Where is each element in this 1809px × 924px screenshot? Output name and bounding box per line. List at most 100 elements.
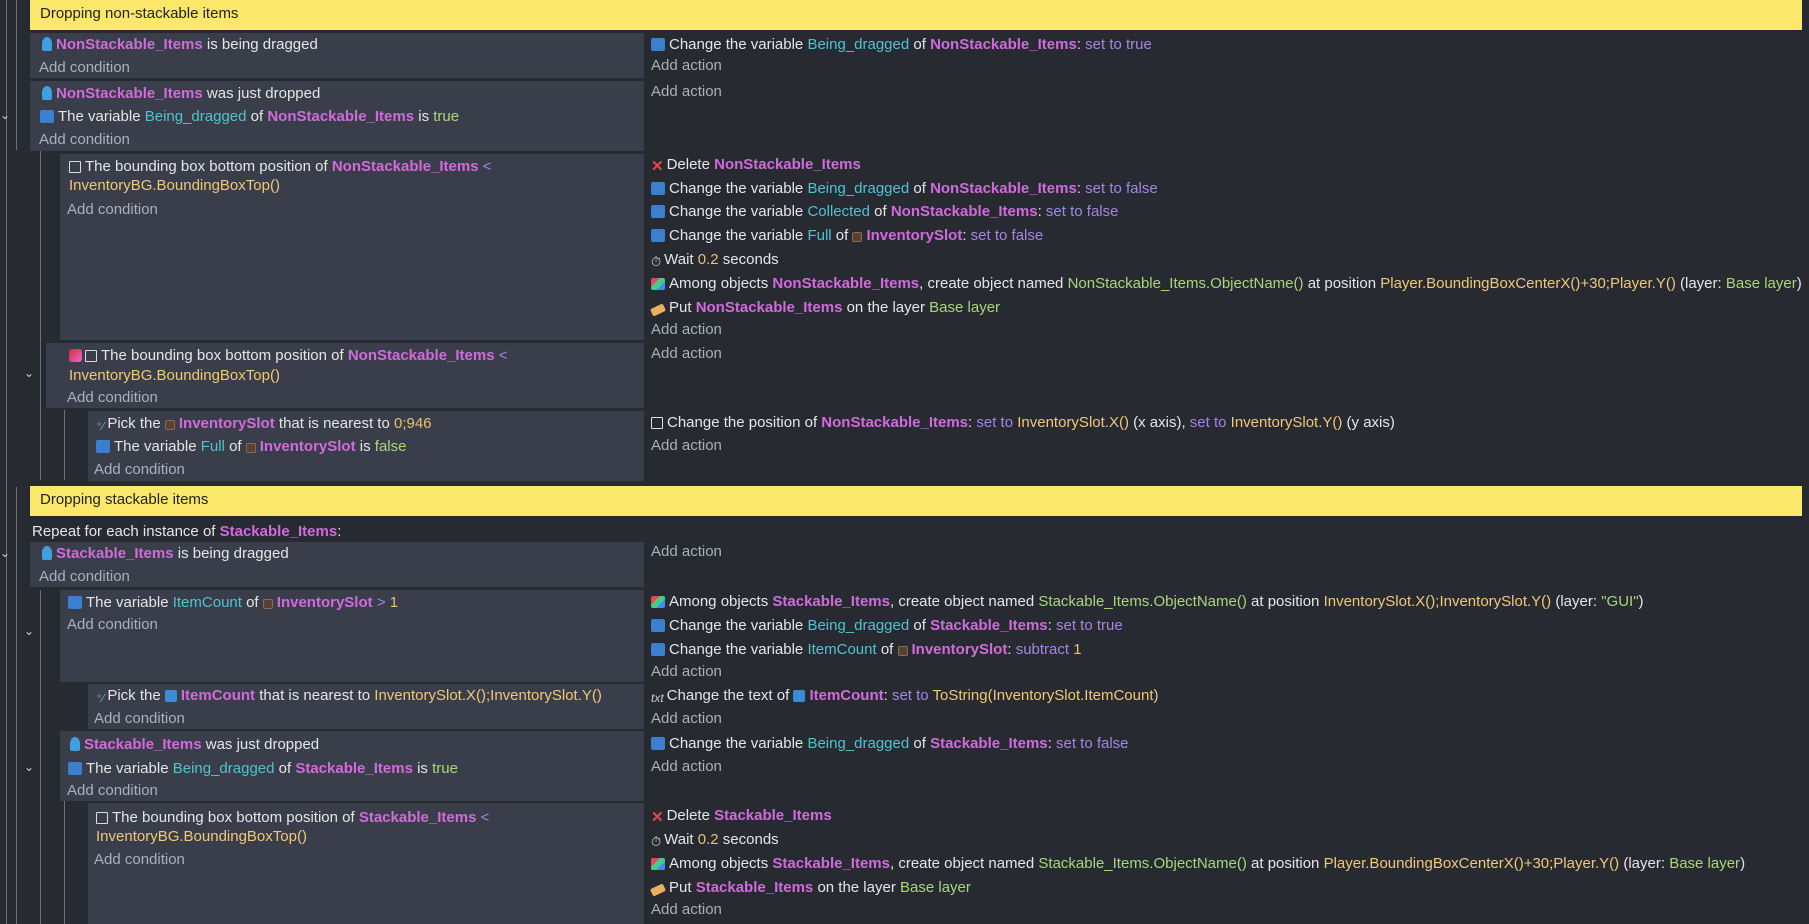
event2-actions[interactable]	[646, 81, 1806, 151]
condition-expression: InventoryBG.BoundingBoxTop()	[69, 177, 280, 194]
tree-line	[40, 590, 41, 924]
action-row[interactable]: ⏱ Wait 0.2 seconds	[651, 830, 779, 852]
action-row[interactable]: Change the variable Being_dragged of Sta…	[651, 616, 1123, 636]
condition-row[interactable]: The bounding box bottom position of NonS…	[69, 346, 508, 366]
inventory-slot-icon	[164, 420, 175, 430]
action-row[interactable]: Change the variable Being_dragged of Sta…	[651, 734, 1129, 754]
layer-icon	[649, 303, 667, 317]
position-icon	[651, 417, 663, 429]
timer-icon: ⏱	[651, 834, 662, 849]
tree-line	[16, 487, 17, 924]
inventory-slot-icon	[852, 232, 863, 242]
add-condition-button[interactable]: Add condition	[94, 460, 185, 480]
inventory-slot-icon	[262, 599, 273, 609]
add-action-button[interactable]: Add action	[651, 900, 722, 920]
pick-nearest-icon: ⁺⁄	[96, 691, 105, 705]
event4-actions[interactable]	[646, 343, 1806, 408]
add-action-button[interactable]: Add action	[651, 709, 722, 729]
variable-icon	[651, 643, 665, 656]
inventory-slot-icon	[245, 443, 256, 453]
comment-nonstackable[interactable]: Dropping non-stackable items	[30, 0, 1802, 30]
variable-icon	[651, 737, 665, 750]
action-row[interactable]: Among objects NonStackable_Items, create…	[651, 274, 1802, 294]
add-condition-button[interactable]: Add condition	[67, 781, 158, 801]
chevron-down-icon[interactable]: ⌄	[24, 624, 34, 638]
condition-row[interactable]: Stackable_Items was just dropped	[68, 735, 319, 755]
variable-icon	[68, 762, 82, 775]
add-action-button[interactable]: Add action	[651, 82, 722, 102]
comment-text: Dropping stackable items	[40, 491, 209, 508]
variable-icon	[68, 596, 82, 609]
add-condition-button[interactable]: Add condition	[67, 388, 158, 408]
chevron-down-icon[interactable]: ⌄	[24, 366, 34, 380]
comment-stackable[interactable]: Dropping stackable items	[30, 486, 1802, 516]
text-object-icon	[793, 690, 806, 702]
drag-icon	[42, 546, 52, 560]
timer-icon: ⏱	[651, 254, 662, 269]
drag-icon	[70, 737, 80, 751]
add-action-button[interactable]: Add action	[651, 56, 722, 76]
condition-row[interactable]: The variable ItemCount of InventorySlot …	[68, 593, 398, 613]
variable-icon	[651, 182, 665, 195]
add-condition-button[interactable]: Add condition	[67, 200, 158, 220]
add-condition-button[interactable]: Add condition	[39, 567, 130, 587]
action-row[interactable]: Change the variable Full of InventorySlo…	[651, 226, 1043, 246]
action-row[interactable]: Put Stackable_Items on the layer Base la…	[649, 878, 971, 898]
inventory-slot-icon	[897, 646, 908, 656]
chevron-down-icon[interactable]: ⌄	[24, 760, 34, 774]
chevron-down-icon[interactable]: ⌄	[0, 546, 10, 560]
add-condition-button[interactable]: Add condition	[39, 130, 130, 150]
action-row[interactable]: Change the variable ItemCount of Invento…	[651, 640, 1082, 660]
event6-actions[interactable]	[646, 542, 1806, 587]
variable-icon	[96, 440, 110, 453]
add-action-button[interactable]: Add action	[651, 320, 722, 340]
add-condition-button[interactable]: Add condition	[39, 58, 130, 78]
condition-row[interactable]: The bounding box bottom position of Stac…	[96, 808, 489, 828]
add-condition-button[interactable]: Add condition	[67, 615, 158, 635]
condition-row[interactable]: NonStackable_Items is being dragged	[40, 35, 318, 55]
add-action-button[interactable]: Add action	[651, 436, 722, 456]
add-condition-button[interactable]: Add condition	[94, 850, 185, 870]
action-row[interactable]: Change the variable Being_dragged of Non…	[651, 35, 1152, 55]
condition-row[interactable]: The variable Being_dragged of Stackable_…	[68, 759, 458, 779]
action-row[interactable]: Change the position of NonStackable_Item…	[651, 413, 1395, 433]
condition-row[interactable]: ⁺⁄ Pick the ItemCount that is nearest to …	[96, 686, 602, 706]
action-row[interactable]: ✕ Delete Stackable_Items	[651, 806, 832, 828]
delete-icon: ✕	[651, 809, 664, 826]
add-action-button[interactable]: Add action	[651, 542, 722, 562]
create-object-icon	[651, 596, 665, 608]
action-row[interactable]: Change the variable Being_dragged of Non…	[651, 179, 1158, 199]
action-row[interactable]: Change the variable Collected of NonStac…	[651, 202, 1118, 222]
condition-row[interactable]: Stackable_Items is being dragged	[40, 544, 289, 564]
repeat-header[interactable]: Repeat for each instance of Stackable_It…	[32, 522, 341, 542]
action-row[interactable]: Put NonStackable_Items on the layer Base…	[649, 298, 1000, 318]
variable-icon	[40, 110, 54, 123]
action-row[interactable]: ⏱ Wait 0.2 seconds	[651, 250, 779, 272]
action-row[interactable]: txt Change the text of ItemCount: set to …	[651, 686, 1158, 706]
tree-line	[6, 0, 7, 924]
drag-icon	[42, 37, 52, 51]
condition-row[interactable]: ⁺⁄ Pick the InventorySlot that is nearest…	[96, 414, 432, 434]
action-row[interactable]: Among objects Stackable_Items, create ob…	[651, 592, 1644, 612]
tree-line	[40, 150, 41, 480]
add-action-button[interactable]: Add action	[651, 344, 722, 364]
create-object-icon	[651, 858, 665, 870]
chevron-down-icon[interactable]: ⌄	[0, 108, 10, 122]
add-action-button[interactable]: Add action	[651, 757, 722, 777]
action-row[interactable]: Among objects Stackable_Items, create ob…	[651, 854, 1745, 874]
condition-row[interactable]: The bounding box bottom position of NonS…	[69, 157, 492, 177]
condition-row[interactable]: The variable Full of InventorySlot is fa…	[96, 437, 406, 457]
text-object-icon	[164, 690, 177, 702]
condition-row[interactable]: NonStackable_Items was just dropped	[40, 84, 320, 104]
action-row[interactable]: ✕ Delete NonStackable_Items	[651, 155, 861, 177]
create-object-icon	[651, 278, 665, 290]
tree-line	[64, 410, 65, 480]
tree-line	[16, 0, 17, 150]
condition-row[interactable]: The variable Being_dragged of NonStackab…	[40, 107, 459, 127]
add-action-button[interactable]: Add action	[651, 662, 722, 682]
tree-line	[64, 800, 65, 924]
text-icon: txt	[651, 691, 664, 705]
comment-text: Dropping non-stackable items	[40, 5, 239, 22]
variable-icon	[651, 205, 665, 218]
add-condition-button[interactable]: Add condition	[94, 709, 185, 729]
